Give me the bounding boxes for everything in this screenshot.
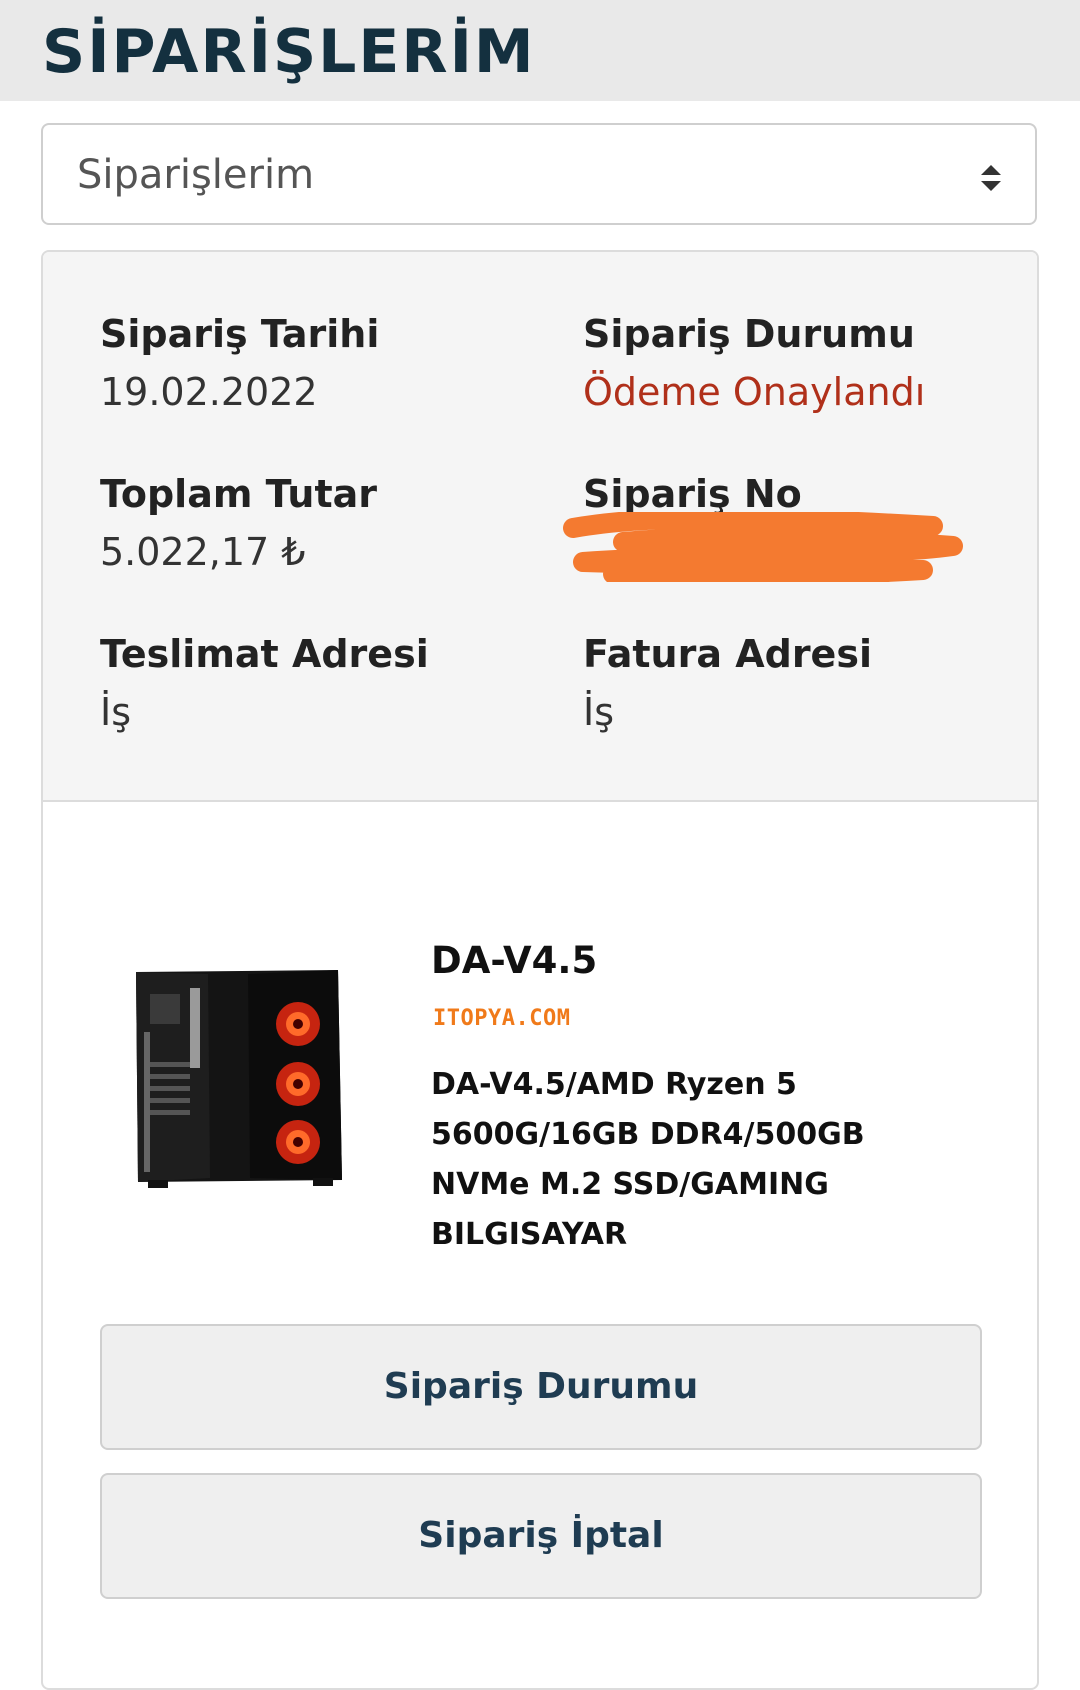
order-number-label: Sipariş No [583, 472, 802, 516]
product-description[interactable]: DA-V4.5/AMD Ryzen 5 5600G/16GB DDR4/500G… [431, 1060, 961, 1260]
order-total: Toplam Tutar 5.022,17 ₺ [100, 470, 377, 576]
order-total-label: Toplam Tutar [100, 472, 378, 516]
page-header: SİPARİŞLERİM [0, 0, 1080, 101]
order-date: Sipariş Tarihi 19.02.2022 [100, 310, 379, 416]
orders-select[interactable]: Siparişlerim [41, 123, 1037, 225]
order-info-panel: Sipariş Tarihi 19.02.2022 Sipariş Durumu… [43, 252, 1037, 802]
brand-logo: ITOPYA.COM [433, 1006, 571, 1031]
delivery-address-value: İş [100, 690, 132, 734]
order-date-value: 19.02.2022 [100, 370, 318, 414]
redaction-scribble [563, 512, 963, 582]
product-image[interactable] [98, 942, 368, 1212]
invoice-address-value: İş [583, 690, 615, 734]
delivery-address-label: Teslimat Adresi [100, 632, 429, 676]
order-cancel-button[interactable]: Sipariş İptal [100, 1473, 982, 1599]
order-card: Sipariş Tarihi 19.02.2022 Sipariş Durumu… [41, 250, 1039, 1690]
delivery-address: Teslimat Adresi İş [100, 630, 429, 736]
product-name[interactable]: DA-V4.5 [431, 938, 597, 984]
order-number: Sipariş No [583, 470, 802, 518]
order-date-label: Sipariş Tarihi [100, 312, 380, 356]
invoice-address-label: Fatura Adresi [583, 632, 872, 676]
order-status: Sipariş Durumu Ödeme Onaylandı [583, 310, 925, 416]
sort-arrows-icon [981, 165, 1001, 191]
order-total-value: 5.022,17 ₺ [100, 530, 306, 574]
invoice-address: Fatura Adresi İş [583, 630, 872, 736]
order-status-label: Sipariş Durumu [583, 312, 915, 356]
page-title: SİPARİŞLERİM [42, 17, 536, 87]
order-status-value: Ödeme Onaylandı [583, 370, 926, 414]
order-status-button[interactable]: Sipariş Durumu [100, 1324, 982, 1450]
orders-select-value: Siparişlerim [77, 152, 315, 198]
